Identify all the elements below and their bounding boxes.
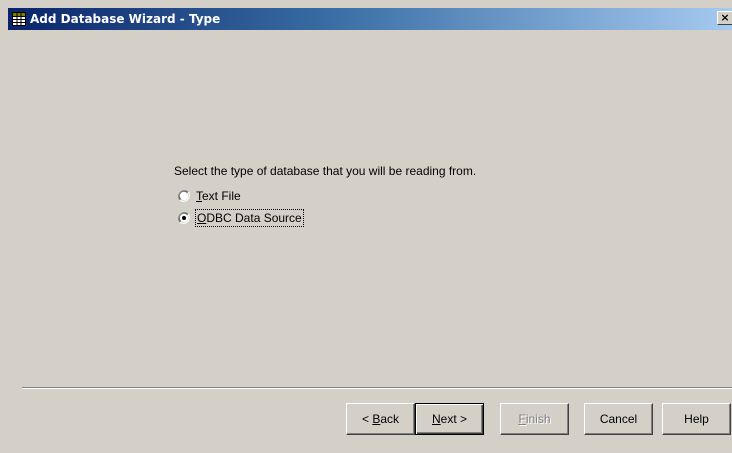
next-mnemonic: N [431,412,441,426]
back-rest: ack [380,412,400,426]
add-database-wizard-window: Add Database Wizard - Type × Select the … [0,0,732,453]
cancel-button[interactable]: Cancel [584,403,653,435]
label-rest: DBC Data Source [206,211,302,225]
back-button[interactable]: < Back [346,403,415,435]
radio-unchecked-icon [178,190,190,202]
wizard-body: Select the type of database that you wil… [8,30,732,453]
prompt-label: Select the type of database that you wil… [174,164,477,178]
close-button[interactable]: × [717,11,732,25]
radio-text-file-label: Text File [196,188,241,204]
radio-checked-icon [178,212,190,224]
back-prefix: < [361,412,373,426]
finish-rest: inish [525,412,551,426]
finish-mnemonic: F [518,412,526,426]
separator [22,387,732,389]
window-title: Add Database Wizard - Type [30,12,221,26]
help-button[interactable]: Help [662,403,731,435]
next-button[interactable]: Next > [415,403,484,435]
radio-odbc-label: ODBC Data Source [195,209,304,227]
title-bar[interactable]: Add Database Wizard - Type × [8,8,732,30]
label-rest: ext File [202,189,241,203]
finish-button[interactable]: Finish [500,403,569,435]
close-icon: × [720,11,730,24]
next-rest: ext > [440,412,468,426]
grid-table-icon [12,12,26,26]
mnemonic-o: O [197,211,207,225]
